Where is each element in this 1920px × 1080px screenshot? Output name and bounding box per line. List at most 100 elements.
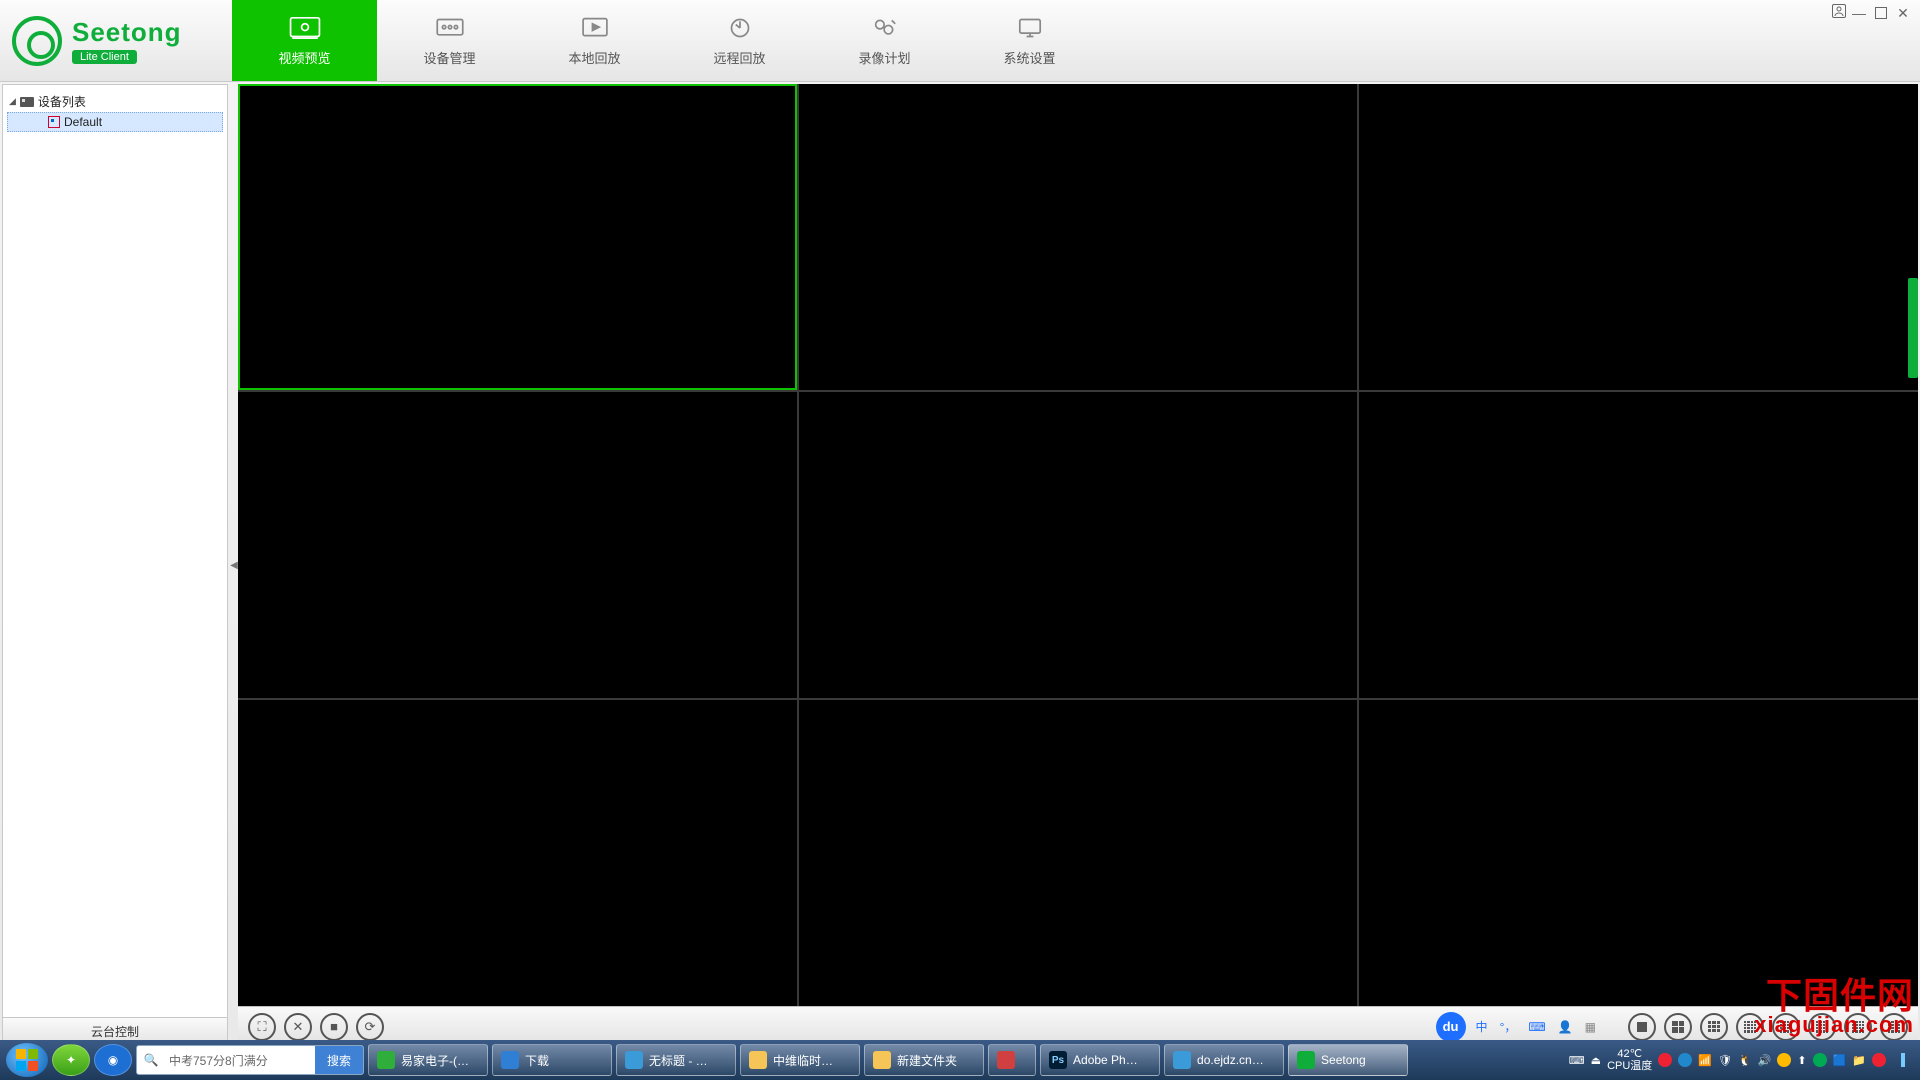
stop-button[interactable]: ■ [320,1013,348,1041]
video-cell-7[interactable] [238,700,797,1006]
search-icon: 🔍 [137,1053,165,1067]
tray-icon-red2[interactable] [1872,1053,1886,1067]
taskbar-task-8[interactable]: Seetong [1288,1044,1408,1076]
taskbar-task-0[interactable]: 易家电子-(… [368,1044,488,1076]
task-label: 中维临时… [773,1052,833,1069]
video-grid [238,84,1918,1006]
stage-scrollbar[interactable] [1908,278,1918,378]
tray-eject-icon[interactable]: ⏏ [1591,1054,1601,1067]
video-cell-4[interactable] [238,392,797,698]
tray-icon-4[interactable]: 🔊 [1758,1054,1772,1067]
task-label: 无标题 - … [649,1052,708,1069]
sidebar-collapse[interactable]: ◀ [230,82,238,1048]
fullscreen-button[interactable]: ⛶ [248,1013,276,1041]
app-logo: Seetong Lite Client [0,0,232,81]
taskbar-search[interactable]: 🔍 搜索 [136,1045,364,1075]
tray-icon-yellow[interactable] [1777,1053,1791,1067]
tray-icon-1[interactable]: 📶 [1698,1054,1712,1067]
tab-device-manage[interactable]: 设备管理 [377,0,522,81]
task-icon [1173,1051,1191,1069]
taskbar-task-3[interactable]: 中维临时… [740,1044,860,1076]
tray-icon-5[interactable]: ⬆ [1797,1054,1806,1067]
ime-keyboard-icon[interactable]: ⌨ [1526,1020,1547,1034]
tree-item-label: Default [64,115,102,129]
ime-user-icon[interactable]: 👤 [1556,1020,1575,1034]
logo-icon [12,16,62,66]
layout-9[interactable] [1700,1013,1728,1041]
ime-punct-icon[interactable]: °， [1498,1018,1519,1035]
ime-lang[interactable]: 中 [1474,1018,1490,1035]
refresh-button[interactable]: ⟳ [356,1013,384,1041]
ptz-label: 云台控制 [91,1023,139,1040]
brand-name: Seetong [72,17,182,48]
tray-icon-green[interactable] [1813,1053,1827,1067]
device-list-icon [20,97,34,107]
task-icon [1297,1051,1315,1069]
video-cell-5[interactable] [799,392,1358,698]
user-icon[interactable] [1832,4,1846,18]
windows-taskbar: ✦ ◉ 🔍 搜索 易家电子-(… 下载 无标题 - … 中维临时… 新建文件夹 PsAdo… [0,1040,1920,1080]
task-label: 下载 [525,1052,549,1069]
taskbar-task-1[interactable]: 下载 [492,1044,612,1076]
search-button[interactable]: 搜索 [315,1045,363,1075]
tray-icon-3[interactable]: 🐧 [1738,1054,1752,1067]
system-tray: ⌨ ⏏ 42℃ CPU温度 📶 🛡 🐧 🔊 ⬆ 🟦 📁 [1569,1048,1914,1072]
taskbar-task-7[interactable]: do.ejdz.cn… [1164,1044,1284,1076]
close-button[interactable]: ✕ [1894,4,1912,22]
tab-system-settings[interactable]: 系统设置 [957,0,1102,81]
taskbar-task-6[interactable]: PsAdobe Ph… [1040,1044,1160,1076]
tab-remote-playback[interactable]: 远程回放 [667,0,812,81]
taskbar-app-1[interactable]: ✦ [52,1044,90,1076]
tray-icon-blue[interactable] [1678,1053,1692,1067]
tray-icon-2[interactable]: 🛡 [1718,1054,1732,1067]
start-button[interactable] [6,1043,48,1077]
tray-icon-6[interactable]: 🟦 [1833,1054,1847,1067]
tab-label: 远程回放 [713,48,765,67]
layout-4[interactable] [1664,1013,1692,1041]
task-icon [625,1051,643,1069]
tab-local-playback[interactable]: 本地回放 [522,0,667,81]
search-input[interactable] [165,1053,315,1067]
tray-icon-red[interactable] [1658,1053,1672,1067]
tab-label: 系统设置 [1003,48,1055,67]
tab-video-preview[interactable]: 视频预览 [232,0,377,81]
window-controls: — ✕ [1832,0,1920,24]
layout-1[interactable] [1628,1013,1656,1041]
minimize-button[interactable]: — [1850,4,1868,22]
taskbar-task-2[interactable]: 无标题 - … [616,1044,736,1076]
tray-cpu-temp[interactable]: 42℃ CPU温度 [1607,1048,1652,1072]
baidu-ime-icon[interactable]: du [1436,1012,1466,1042]
video-cell-6[interactable] [1359,392,1918,698]
ime-grid-icon[interactable]: ▦ [1583,1020,1598,1034]
taskbar-task-5[interactable] [988,1044,1036,1076]
close-all-button[interactable]: ✕ [284,1013,312,1041]
video-cell-9[interactable] [1359,700,1918,1006]
tree-caret-icon[interactable]: ◢ [9,96,16,107]
camera-icon [48,116,60,128]
tab-record-plan[interactable]: 录像计划 [812,0,957,81]
tray-clock[interactable] [1892,1053,1914,1067]
video-cell-8[interactable] [799,700,1358,1006]
task-label: 新建文件夹 [897,1052,957,1069]
video-cell-3[interactable] [1359,84,1918,390]
temp-value: 42℃ [1607,1048,1652,1060]
main-tabs: 视频预览 设备管理 本地回放 远程回放 录像计划 系统设置 [232,0,1102,81]
tree-root[interactable]: ◢ 设备列表 [7,91,223,112]
task-icon: Ps [1049,1051,1067,1069]
task-label: 易家电子-(… [401,1052,469,1069]
titlebar: Seetong Lite Client 视频预览 设备管理 本地回放 远程回放 [0,0,1920,82]
tree-item-default[interactable]: Default [7,112,223,132]
tray-icon-7[interactable]: 📁 [1852,1054,1866,1067]
maximize-button[interactable] [1872,4,1890,22]
device-tree[interactable]: ◢ 设备列表 Default [3,85,227,1017]
video-stage: ⛶ ✕ ■ ⟳ du 中 °， ⌨ 👤 ▦ [238,84,1918,1046]
task-label: do.ejdz.cn… [1197,1053,1264,1067]
tray-keyboard-icon[interactable]: ⌨ [1569,1054,1585,1067]
taskbar-task-4[interactable]: 新建文件夹 [864,1044,984,1076]
app-window: Seetong Lite Client 视频预览 设备管理 本地回放 远程回放 [0,0,1920,1048]
video-cell-1[interactable] [238,84,797,390]
taskbar-app-2[interactable]: ◉ [94,1044,132,1076]
task-icon [377,1051,395,1069]
task-label: Seetong [1321,1053,1366,1067]
video-cell-2[interactable] [799,84,1358,390]
